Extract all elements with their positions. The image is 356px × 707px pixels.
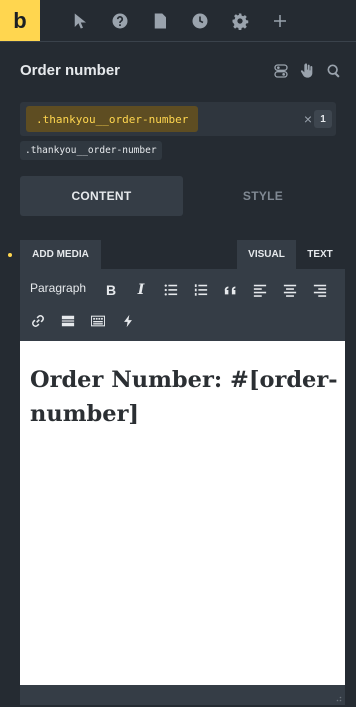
blockquote-icon[interactable] [223, 282, 239, 298]
align-left-icon[interactable] [252, 282, 268, 298]
tab-content[interactable]: CONTENT [20, 176, 183, 216]
top-toolbar: b [0, 0, 356, 42]
editor-status-bar [20, 685, 345, 705]
editor-text[interactable]: Order Number: #[order-number] [30, 363, 340, 431]
class-tag[interactable]: .thankyou__order-number [20, 141, 162, 160]
clear-class-icon[interactable]: × [304, 111, 312, 127]
toggle-icon[interactable] [273, 63, 289, 79]
class-count-badge: 1 [314, 110, 332, 128]
active-class-chip[interactable]: .thankyou__order-number [26, 106, 199, 132]
add-icon[interactable] [270, 11, 290, 31]
search-icon[interactable] [326, 63, 342, 79]
builder-logo[interactable]: b [0, 0, 40, 41]
pages-icon[interactable] [150, 11, 170, 31]
resize-handle-icon[interactable] [334, 694, 342, 702]
hand-icon[interactable] [299, 63, 315, 79]
dynamic-data-icon[interactable] [120, 313, 136, 329]
numbered-list-icon[interactable] [193, 282, 209, 298]
link-icon[interactable] [30, 313, 46, 329]
modified-indicator [8, 253, 12, 257]
logo-text: b [13, 7, 27, 33]
history-icon[interactable] [190, 11, 210, 31]
format-select[interactable]: Paragraph [30, 281, 86, 295]
bold-icon[interactable]: B [103, 282, 119, 298]
css-class-selector[interactable]: .thankyou__order-number × 1 [20, 102, 336, 136]
settings-icon[interactable] [230, 11, 250, 31]
tab-style[interactable]: STYLE [187, 176, 339, 216]
element-title: Order number [20, 62, 121, 79]
align-center-icon[interactable] [282, 282, 298, 298]
read-more-icon[interactable] [60, 313, 76, 329]
pointer-icon[interactable] [70, 11, 90, 31]
editor-content-area[interactable]: Order Number: #[order-number] [20, 341, 345, 685]
tab-visual[interactable]: VISUAL [237, 240, 296, 269]
help-icon[interactable] [110, 11, 130, 31]
add-media-button[interactable]: ADD MEDIA [20, 240, 101, 269]
align-right-icon[interactable] [312, 282, 328, 298]
toolbar-toggle-icon[interactable] [90, 313, 106, 329]
editor-toolbar: Paragraph B I [20, 269, 345, 341]
bullet-list-icon[interactable] [163, 282, 179, 298]
italic-icon[interactable]: I [133, 282, 149, 298]
tab-text[interactable]: TEXT [299, 240, 341, 269]
